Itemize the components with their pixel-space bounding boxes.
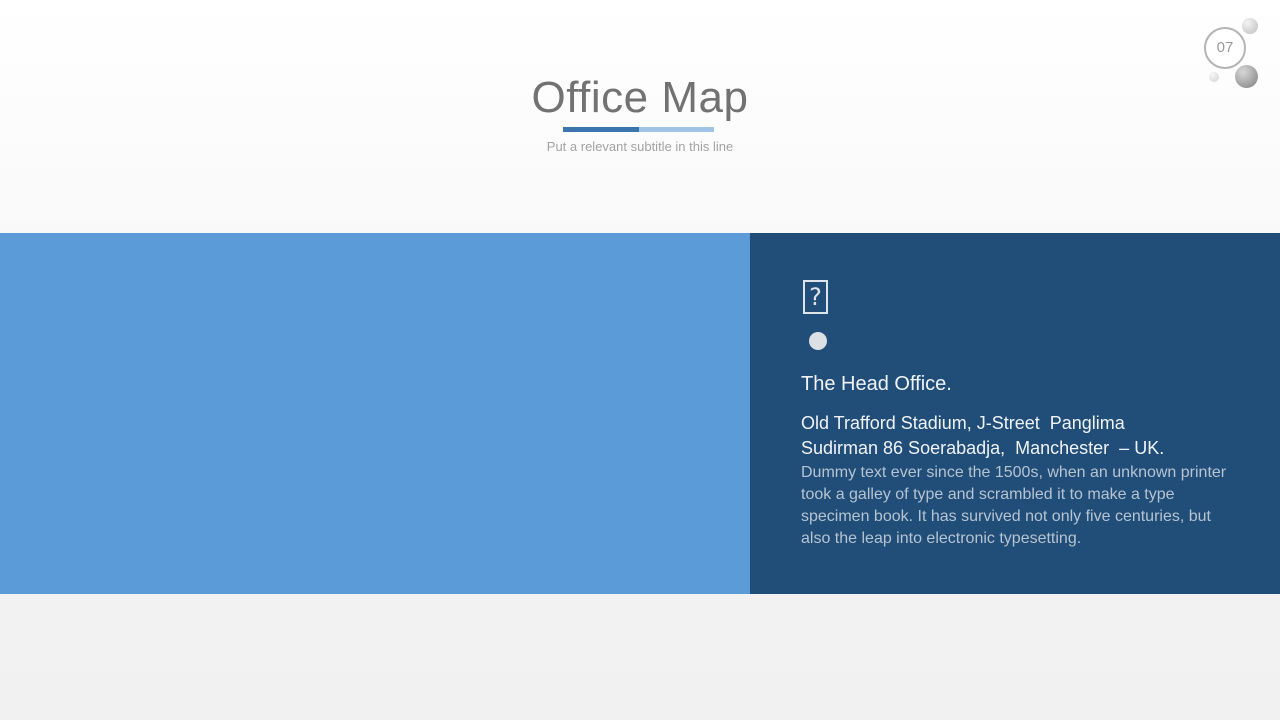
title-underline-dark-segment <box>563 127 639 132</box>
map-panel <box>0 233 750 594</box>
office-description: Dummy text ever since the 1500s, when an… <box>801 464 1227 547</box>
missing-image-icon: ? <box>803 280 828 314</box>
page-title: Office Map <box>531 73 749 122</box>
office-address-line-2: Sudirman 86 Soerabadja, Manchester – UK. <box>801 438 1165 458</box>
office-address: Old Trafford Stadium, J-Street Panglima … <box>801 411 1221 461</box>
page-subtitle: Put a relevant subtitle in this line <box>546 139 734 154</box>
title-underline-light-segment <box>639 127 714 132</box>
bubble-decoration-top <box>1242 18 1258 34</box>
office-heading: The Head Office. <box>801 373 952 395</box>
title-underline <box>563 127 714 132</box>
bubble-decoration-small <box>1209 72 1219 82</box>
office-address-line-1: Old Trafford Stadium, J-Street Panglima <box>801 413 1125 433</box>
page-number-badge: 07 <box>1204 27 1246 69</box>
info-panel: ? The Head Office. Old Trafford Stadium,… <box>750 233 1280 594</box>
pin-dot-icon <box>809 332 827 350</box>
bubble-decoration-large <box>1235 65 1258 88</box>
